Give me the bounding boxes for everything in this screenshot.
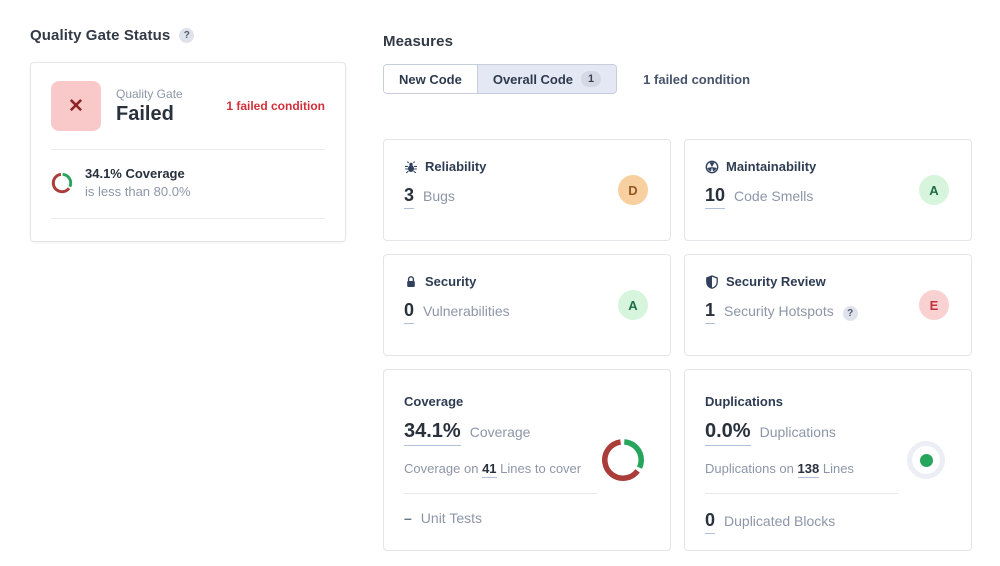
quality-gate-panel: Quality Gate Status ? ✕ Quality Gate Fai… [30,27,346,242]
lines-to-cover-link[interactable]: 41 [482,461,496,478]
tab-new-code[interactable]: New Code [384,65,477,93]
code-smell-icon [705,160,719,174]
help-icon[interactable]: ? [843,306,858,321]
measures-grid: Reliability 3 Bugs D [383,139,973,551]
failed-condition-note: 1 failed condition [643,72,750,87]
maintainability-title: Maintainability [726,159,816,174]
tab-overall-code-label: Overall Code [493,72,573,87]
duplication-lines-link[interactable]: 138 [798,461,820,478]
coverage-detail-prefix: Coverage on [404,461,478,476]
lock-icon [404,275,418,289]
security-rating-badge[interactable]: A [618,290,648,320]
duplicated-blocks-label: Duplicated Blocks [724,513,835,529]
security-hotspots-count-link[interactable]: 1 [705,300,715,324]
security-review-rating-badge[interactable]: E [919,290,949,320]
duplications-dot-icon [907,441,945,479]
quality-gate-card: ✕ Quality Gate Failed 1 failed condition… [30,62,346,242]
failed-condition-count: 1 failed condition [226,99,325,113]
unit-tests-empty-dash: – [404,510,412,526]
bugs-count-link[interactable]: 3 [404,185,414,209]
duplications-title: Duplications [705,394,783,409]
security-title: Security [425,274,476,289]
reliability-title: Reliability [425,159,486,174]
divider [51,218,325,219]
failed-condition-row[interactable]: 34.1% Coverage is less than 80.0% [31,165,345,200]
duplicated-blocks-count-link[interactable]: 0 [705,510,715,534]
vulnerabilities-label: Vulnerabilities [423,303,510,319]
bug-icon [404,160,418,174]
quality-gate-status-value: Failed [116,103,183,126]
overall-code-count-badge: 1 [581,71,601,87]
measures-panel: Measures New Code Overall Code 1 1 faile… [383,33,973,551]
vulnerabilities-count-link[interactable]: 0 [404,300,414,324]
code-smells-label: Code Smells [734,188,813,204]
reliability-rating-badge[interactable]: D [618,175,648,205]
maintainability-rating-badge[interactable]: A [919,175,949,205]
duplications-card: Duplications 0.0% Duplications Duplicati… [684,369,972,551]
code-smells-count-link[interactable]: 10 [705,185,725,209]
coverage-percent-link[interactable]: 34.1% [404,420,461,446]
security-card: Security 0 Vulnerabilities A [383,254,671,356]
coverage-title: Coverage [404,394,463,409]
tab-overall-code[interactable]: Overall Code 1 [477,65,616,93]
security-hotspots-label: Security Hotspots [724,303,834,319]
shield-icon [705,275,719,289]
coverage-detail-suffix: Lines to cover [500,461,581,476]
coverage-donut-icon [600,437,646,483]
maintainability-card: Maintainability 10 Code Smells A [684,139,972,241]
duplications-label: Duplications [760,424,836,440]
duplications-percent-link[interactable]: 0.0% [705,420,751,446]
quality-gate-status-title: Quality Gate Status [30,27,170,44]
coverage-card: Coverage 34.1% Coverage Coverage on 41 L… [383,369,671,551]
divider [404,493,597,494]
security-review-title: Security Review [726,274,826,289]
divider [51,149,325,150]
coverage-ring-icon [51,172,73,194]
failed-x-icon: ✕ [51,81,101,131]
divider [705,493,898,494]
quality-gate-label: Quality Gate [116,87,183,101]
duplications-detail-suffix: Lines [823,461,854,476]
code-scope-tabs: New Code Overall Code 1 [383,64,617,94]
coverage-label: Coverage [470,424,531,440]
reliability-card: Reliability 3 Bugs D [383,139,671,241]
unit-tests-label: Unit Tests [421,510,482,526]
duplications-detail-prefix: Duplications on [705,461,794,476]
help-icon[interactable]: ? [179,28,194,43]
security-review-card: Security Review 1 Security Hotspots ? E [684,254,972,356]
condition-requirement: is less than 80.0% [85,183,191,201]
quality-gate-dashboard: Quality Gate Status ? ✕ Quality Gate Fai… [0,0,1000,566]
bugs-label: Bugs [423,188,455,204]
condition-metric: 34.1% Coverage [85,165,191,183]
measures-title: Measures [383,33,973,50]
